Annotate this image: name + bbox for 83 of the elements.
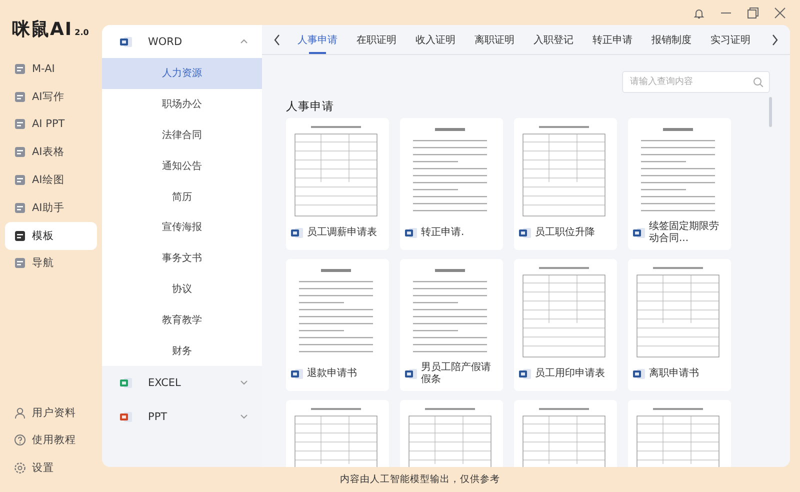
user-icon <box>14 406 26 418</box>
expand-caret-icon <box>240 413 248 420</box>
template-card[interactable]: 转正申请. <box>400 118 503 250</box>
powerpoint-file-icon <box>120 410 132 423</box>
subcategory-item[interactable]: 职场办公 <box>102 88 262 120</box>
settings-icon <box>14 462 26 474</box>
word-file-icon <box>405 227 417 239</box>
category-tab[interactable]: 入职登记 <box>524 25 583 54</box>
subcategory-item[interactable]: 宣传海报 <box>102 212 262 243</box>
word-file-icon <box>291 227 303 239</box>
subcategory-item[interactable]: 财务 <box>102 335 262 366</box>
word-file-icon <box>405 368 417 380</box>
app-logo: 咪鼠AI <box>12 18 73 41</box>
template-card[interactable]: 员工用印申请表 <box>514 259 617 391</box>
template-title: 男员工陪产假请假条 <box>421 362 492 386</box>
template-card[interactable]: 男员工陪产假请假条 <box>400 259 503 391</box>
disclaimer-text: 内容由人工智能模型输出，仅供参考 <box>340 473 500 486</box>
template-card[interactable]: 退款申请书 <box>286 259 389 391</box>
word-file-icon <box>519 368 531 380</box>
subcategory-item[interactable]: 教育教学 <box>102 304 262 336</box>
nav-item[interactable]: 模板 <box>5 222 97 250</box>
category-header[interactable]: EXCEL <box>102 366 262 400</box>
subcategory-item[interactable]: 法律合同 <box>102 120 262 150</box>
category-tab[interactable]: 转正申请 <box>583 25 642 54</box>
close-icon[interactable] <box>774 6 786 18</box>
subcategory-item[interactable]: 事务文书 <box>102 242 262 274</box>
subcategory-item[interactable]: 简历 <box>102 181 262 212</box>
nav-item[interactable]: AI写作 <box>5 82 97 111</box>
category-tab[interactable]: 报销制度 <box>642 25 701 54</box>
word-file-icon <box>633 368 645 380</box>
help-icon <box>14 434 26 446</box>
excel-file-icon <box>120 376 132 389</box>
version-label: 2.0 <box>74 28 89 37</box>
scrollbar[interactable] <box>769 97 772 127</box>
app-icon <box>14 202 26 214</box>
nav-item[interactable]: 用户资料 <box>5 398 97 426</box>
app-icon <box>14 62 26 75</box>
category-header[interactable]: WORD <box>102 25 262 58</box>
nav-item[interactable]: 导航 <box>5 250 97 278</box>
template-card[interactable]: 离职申请书 <box>628 259 731 391</box>
subcategory-item[interactable]: 协议 <box>102 274 262 304</box>
template-title: 员工职位升降 <box>535 227 595 239</box>
template-title: 离职申请书 <box>649 368 699 380</box>
template-title: 退款申请书 <box>307 368 357 380</box>
category-header[interactable]: PPT <box>102 400 262 434</box>
template-title: 转正申请. <box>421 227 464 239</box>
template-card[interactable]: 员工调薪申请表 <box>286 118 389 250</box>
subcategory-item[interactable]: 通知公告 <box>102 150 262 182</box>
search-icon <box>753 77 763 87</box>
category-tab[interactable]: 在职证明 <box>347 25 406 54</box>
app-icon <box>14 257 26 270</box>
word-file-icon <box>633 227 645 239</box>
app-icon <box>14 118 26 130</box>
template-card[interactable]: 续签固定期限劳动合同... <box>628 118 731 250</box>
template-title: 员工调薪申请表 <box>307 227 377 239</box>
section-title: 人事申请 <box>286 99 335 114</box>
collapse-caret-icon <box>240 38 248 45</box>
word-file-icon <box>120 36 132 48</box>
nav-item[interactable]: AI PPT <box>5 110 97 138</box>
nav-item[interactable]: 使用教程 <box>5 426 97 454</box>
search-field[interactable]: 请输入查询内容 <box>622 71 770 93</box>
expand-caret-icon <box>240 379 248 386</box>
bell-icon[interactable] <box>693 6 705 18</box>
word-file-icon <box>291 368 303 380</box>
category-tab[interactable]: 收入证明 <box>406 25 465 54</box>
nav-item[interactable]: M-AI <box>5 55 97 83</box>
category-tab[interactable]: 离职证明 <box>465 25 524 54</box>
app-icon <box>14 230 26 242</box>
template-title: 员工用印申请表 <box>535 368 605 380</box>
app-icon <box>14 90 26 103</box>
app-icon <box>14 174 26 186</box>
restore-icon[interactable] <box>747 6 759 18</box>
subcategory-item[interactable]: 人力资源 <box>102 58 262 89</box>
word-file-icon <box>519 227 531 239</box>
nav-item[interactable]: AI表格 <box>5 138 97 166</box>
category-tab[interactable]: 人事申请 <box>288 25 347 54</box>
nav-item[interactable]: 设置 <box>5 454 97 482</box>
app-icon <box>14 146 26 158</box>
category-tab[interactable]: 实习证明 <box>701 25 760 54</box>
template-card[interactable]: 员工职位升降 <box>514 118 617 250</box>
nav-item[interactable]: AI绘图 <box>5 166 97 194</box>
nav-item[interactable]: AI助手 <box>5 194 97 222</box>
template-title: 续签固定期限劳动合同... <box>649 221 720 245</box>
